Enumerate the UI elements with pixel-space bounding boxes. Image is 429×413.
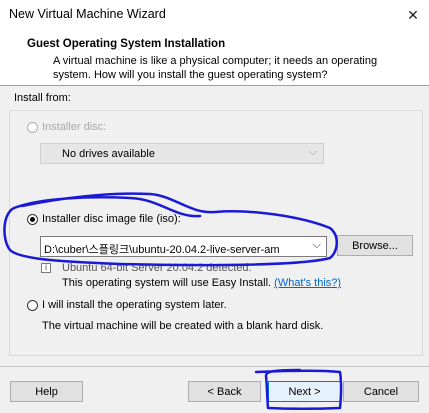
easy-install-text: This operating system will use Easy Inst… (62, 277, 341, 289)
next-button[interactable]: Next > (268, 381, 341, 402)
whats-this-link[interactable]: (What's this?) (274, 277, 341, 289)
cancel-button[interactable]: Cancel (343, 381, 419, 402)
drive-select-value: No drives available (62, 148, 155, 160)
iso-label: Installer disc image file (iso): (42, 213, 181, 225)
iso-path-select[interactable]: D:\cuber\스플링크\ubuntu-20.04.2-live-server… (40, 236, 327, 257)
help-button[interactable]: Help (10, 381, 83, 402)
install-from-label: Install from: (14, 92, 71, 104)
easy-install-label: This operating system will use Easy Inst… (62, 277, 272, 289)
info-icon: i (41, 263, 51, 273)
installer-disc-radio[interactable] (27, 122, 38, 133)
install-later-label: I will install the operating system late… (42, 299, 227, 311)
close-button[interactable]: ✕ (398, 2, 428, 28)
page-title: Guest Operating System Installation (27, 38, 226, 50)
iso-radio[interactable] (27, 214, 38, 225)
drive-select[interactable]: No drives available ⌵ (40, 143, 324, 164)
page-description: A virtual machine is like a physical com… (53, 55, 378, 81)
back-button[interactable]: < Back (188, 381, 261, 402)
iso-path-value: D:\cuber\스플링크\ubuntu-20.04.2-live-server… (44, 244, 280, 256)
chevron-down-icon: ⌵ (312, 239, 321, 251)
installer-disc-label: Installer disc: (42, 121, 107, 133)
os-detected-text: Ubuntu 64-bit Server 20.04.2 detected. (62, 262, 252, 274)
install-later-radio[interactable] (27, 300, 38, 311)
close-icon: ✕ (407, 6, 419, 23)
browse-button[interactable]: Browse... (337, 235, 413, 256)
window-title: New Virtual Machine Wizard (9, 7, 166, 21)
install-later-description: The virtual machine will be created with… (42, 320, 324, 332)
chevron-down-icon: ⌵ (308, 146, 317, 158)
